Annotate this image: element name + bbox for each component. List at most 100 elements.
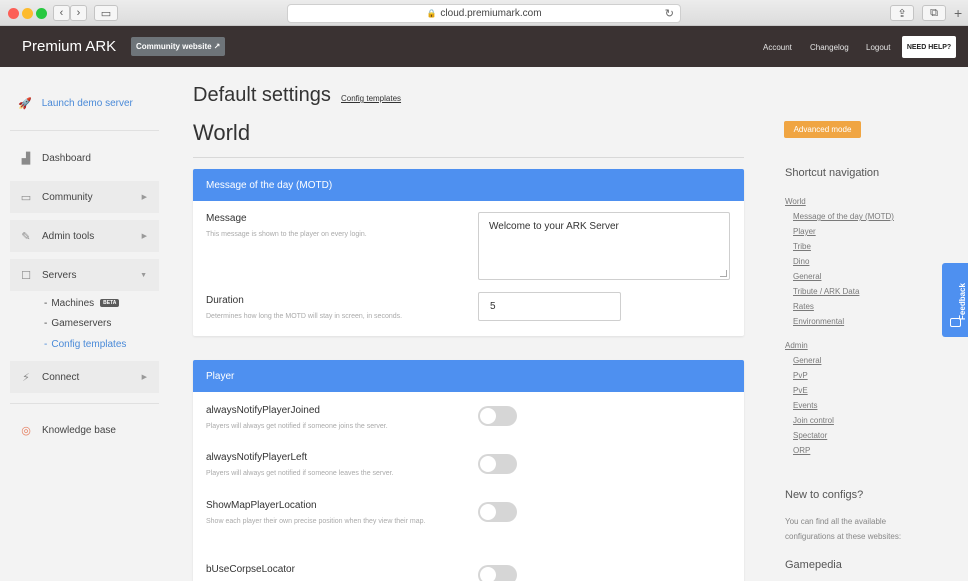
shortcut-link[interactable]: Message of the day (MOTD)	[793, 212, 894, 221]
show-map-player-location-toggle[interactable]	[478, 502, 517, 522]
message-textarea[interactable]: Welcome to your ARK Server	[478, 212, 730, 280]
message-setting: Message This message is shown to the pla…	[206, 213, 451, 241]
external-link-icon: ↗	[213, 42, 221, 51]
sidebar-item-servers[interactable]: ☐ Servers ▼	[10, 259, 159, 291]
zoom-window-button[interactable]	[36, 8, 47, 19]
plug-icon: ⚡	[22, 371, 30, 384]
config-templates-link[interactable]: Config templates	[341, 94, 401, 103]
logout-link[interactable]: Logout	[866, 43, 890, 52]
browser-toolbar: ‹ › ▭ 🔒 cloud.premiumark.com ↻ ⇪ ⧉ +	[0, 0, 968, 26]
shortcut-link[interactable]: Rates	[793, 302, 814, 311]
wand-icon: ✎	[21, 230, 31, 243]
launch-demo-server-link[interactable]: 🚀 Launch demo server	[18, 97, 133, 110]
sidebar-item-connect[interactable]: ⚡ Connect ▶	[10, 361, 159, 393]
address-bar[interactable]: 🔒 cloud.premiumark.com ↻	[287, 4, 681, 23]
sidebar-toggle-icon[interactable]: ▭	[94, 5, 118, 21]
sidebar-divider	[10, 130, 159, 131]
sidebar: 🚀 Launch demo server ▟ Dashboard ▭ Commu…	[0, 67, 175, 581]
duration-label: Duration	[206, 295, 244, 306]
chat-icon	[950, 318, 961, 327]
always-notify-left-toggle[interactable]	[478, 454, 517, 474]
setting-hint: Players will always get notified if some…	[206, 423, 388, 430]
chevron-right-icon: ▶	[141, 194, 147, 201]
shortcut-link[interactable]: Events	[793, 401, 817, 410]
need-help-button[interactable]: NEED HELP?	[902, 36, 956, 58]
gamepedia-heading[interactable]: Gamepedia	[785, 559, 842, 571]
player-card: Player alwaysNotifyPlayerJoined Players …	[193, 360, 744, 581]
duration-input[interactable]: 5	[478, 292, 621, 321]
sidebar-item-knowledge-base[interactable]: ◎ Knowledge base	[10, 414, 159, 446]
duration-hint: Determines how long the MOTD will stay i…	[206, 313, 403, 320]
community-website-button[interactable]: Community website ↗	[131, 37, 226, 56]
advanced-mode-button[interactable]: Advanced mode	[784, 121, 861, 138]
chevron-down-icon: ▼	[140, 271, 147, 279]
sidebar-item-admin-tools[interactable]: ✎ Admin tools ▶	[10, 220, 159, 252]
setting-label: bUseCorpseLocator	[206, 564, 295, 575]
shortcut-link[interactable]: General	[793, 356, 821, 365]
shortcut-world-link[interactable]: World	[785, 197, 806, 206]
sidebar-item-label: Community	[42, 191, 93, 203]
close-window-button[interactable]	[8, 8, 19, 19]
sidebar-sub-label: Machines	[51, 298, 95, 309]
back-icon[interactable]: ‹	[53, 5, 70, 21]
beta-badge: BETA	[100, 299, 120, 307]
always-notify-joined-toggle[interactable]	[478, 406, 517, 426]
sidebar-item-label: Servers	[42, 269, 77, 281]
section-divider	[193, 157, 744, 158]
sidebar-sub-gameservers[interactable]: - Gameservers	[44, 318, 111, 329]
setting-label: alwaysNotifyPlayerLeft	[206, 452, 308, 463]
shortcut-link[interactable]: Spectator	[793, 431, 827, 440]
sidebar-divider	[10, 403, 159, 404]
shortcut-admin-link[interactable]: Admin	[785, 341, 808, 350]
setting-row: bUseCorpseLocator	[206, 564, 295, 575]
shortcut-link[interactable]: PvE	[793, 386, 808, 395]
app-header: Premium ARK Community website ↗ Account …	[0, 26, 968, 67]
sidebar-item-label: Admin tools	[42, 230, 95, 242]
setting-row: alwaysNotifyPlayerLeft Players will alwa…	[206, 452, 451, 480]
section-title: World	[193, 120, 251, 145]
reload-icon[interactable]: ↻	[665, 7, 674, 20]
sidebar-item-dashboard[interactable]: ▟ Dashboard	[10, 142, 159, 174]
sidebar-item-label: Knowledge base	[42, 424, 116, 436]
motd-card-header: Message of the day (MOTD)	[193, 169, 744, 201]
launch-demo-label: Launch demo server	[41, 98, 133, 109]
shortcut-link[interactable]: PvP	[793, 371, 808, 380]
sidebar-item-label: Connect	[42, 371, 80, 383]
setting-hint: Show each player their own precise posit…	[206, 518, 426, 525]
shortcut-link[interactable]: Environmental	[793, 317, 844, 326]
minimize-window-button[interactable]	[22, 8, 33, 19]
sidebar-item-community[interactable]: ▭ Community ▶	[10, 181, 159, 213]
url-text: cloud.premiumark.com	[440, 8, 542, 19]
sidebar-sub-machines[interactable]: - Machines BETA	[44, 298, 120, 309]
server-icon: ☐	[21, 269, 31, 282]
shortcut-link[interactable]: Tribute / ARK Data	[793, 287, 859, 296]
lock-icon: 🔒	[426, 9, 437, 18]
chevron-right-icon: ▶	[141, 374, 147, 381]
feedback-tab[interactable]: Feedback	[942, 263, 968, 337]
rocket-icon: 🚀	[18, 98, 32, 110]
sidebar-item-label: Dashboard	[42, 152, 91, 164]
forward-icon[interactable]: ›	[70, 5, 87, 21]
shortcut-link[interactable]: Tribe	[793, 242, 811, 251]
shortcut-link[interactable]: General	[793, 272, 821, 281]
shortcut-link[interactable]: Join control	[793, 416, 834, 425]
account-link[interactable]: Account	[763, 43, 792, 52]
shortcut-link[interactable]: Player	[793, 227, 816, 236]
share-icon[interactable]: ⇪	[890, 5, 914, 21]
community-website-label: Community website	[136, 42, 212, 51]
sidebar-sub-label: Config templates	[51, 339, 127, 350]
message-hint: This message is shown to the player on e…	[206, 231, 367, 238]
brand-logo[interactable]: Premium ARK	[22, 38, 116, 55]
sidebar-sub-config-templates[interactable]: - Config templates	[44, 339, 126, 350]
shortcut-link[interactable]: ORP	[793, 446, 810, 455]
shortcut-navigation-heading: Shortcut navigation	[785, 167, 880, 179]
changelog-link[interactable]: Changelog	[810, 43, 849, 52]
tabs-icon[interactable]: ⧉	[922, 5, 946, 21]
use-corpse-locator-toggle[interactable]	[478, 565, 517, 581]
shortcut-link[interactable]: Dino	[793, 257, 809, 266]
message-label: Message	[206, 213, 247, 224]
new-to-configs-text: You can find all the available configura…	[785, 517, 902, 541]
motd-card: Message of the day (MOTD) Message This m…	[193, 169, 744, 336]
new-tab-icon[interactable]: +	[954, 5, 962, 21]
setting-row: ShowMapPlayerLocation Show each player t…	[206, 500, 451, 528]
